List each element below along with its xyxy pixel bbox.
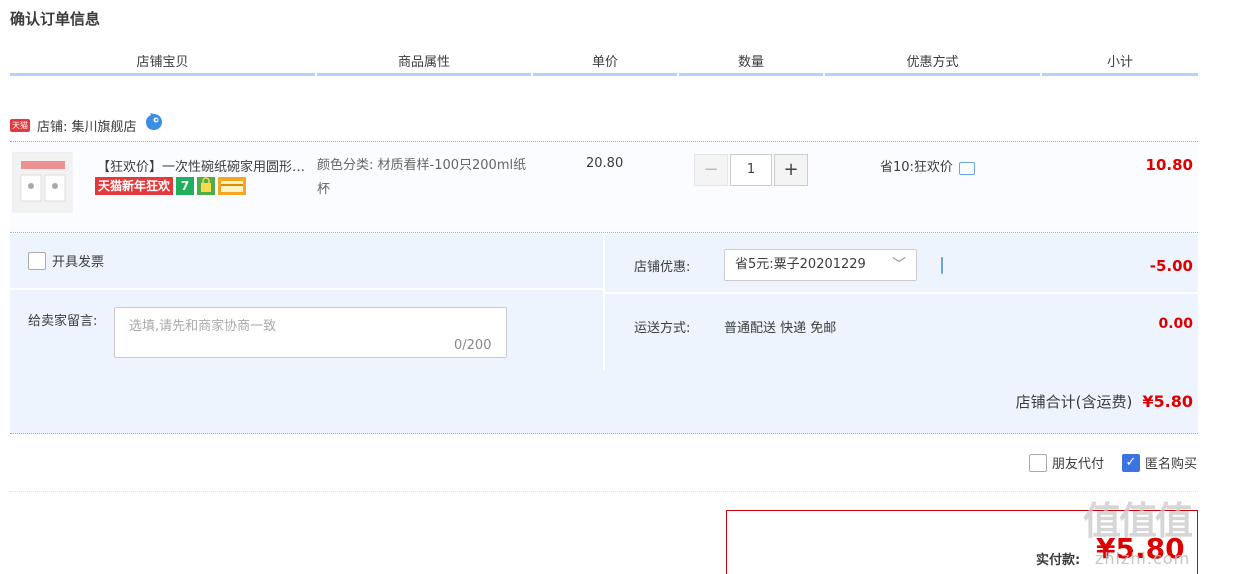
- tmall-tag: 天猫: [10, 118, 30, 132]
- payment-options: 朋友代付 ✓ 匿名购买: [1028, 453, 1197, 472]
- col-header-subtotal: 小计: [1042, 52, 1198, 76]
- seller-message-label: 给卖家留言:: [28, 314, 98, 329]
- checkmark-icon[interactable]: ✓: [1121, 453, 1140, 472]
- invoice-option[interactable]: 开具发票: [28, 251, 104, 270]
- unit-price: 20.80: [586, 156, 624, 171]
- col-header-shop-item: 店铺宝贝: [10, 52, 315, 76]
- shop-total: 店铺合计(含运费) ¥5.80: [1016, 391, 1193, 412]
- friend-pay-option[interactable]: 朋友代付: [1028, 453, 1104, 472]
- col-header-attributes: 商品属性: [317, 52, 531, 76]
- item-attributes: 颜色分类: 材质看样-100只200ml纸杯: [317, 158, 527, 197]
- site-watermark-url: zhizhi.com: [1095, 549, 1191, 568]
- message-char-count: 0/200: [454, 338, 492, 353]
- chevron-down-icon: ﹀: [892, 257, 906, 273]
- anonymous-label: 匿名购买: [1144, 457, 1197, 472]
- invoice-label: 开具发票: [52, 255, 105, 270]
- order-table-header: 店铺宝贝 商品属性 单价 数量 优惠方式 小计: [10, 52, 1198, 80]
- promotion-text: 省10:狂欢价: [880, 160, 953, 175]
- shop-total-label: 店铺合计(含运费): [1015, 393, 1133, 411]
- quantity-stepper: − 1 +: [694, 154, 808, 186]
- chat-icon[interactable]: [941, 257, 943, 274]
- shop-name[interactable]: 店铺: 集川旗舰店: [37, 116, 137, 135]
- invoice-checkbox[interactable]: [28, 251, 46, 270]
- quantity-input[interactable]: 1: [730, 154, 772, 186]
- shopping-bag-icon: [197, 177, 216, 195]
- chat-icon[interactable]: [958, 162, 975, 175]
- divider: [603, 234, 605, 370]
- friend-pay-label: 朋友代付: [1051, 457, 1104, 472]
- seven-day-return-icon: 7: [176, 177, 195, 195]
- actual-pay-label: 实付款:: [1036, 553, 1081, 568]
- divider: [10, 288, 604, 290]
- new-year-badge: 天猫新年狂欢: [95, 177, 174, 195]
- shipping-label: 运送方式:: [634, 321, 691, 336]
- shipping-cost: 0.00: [1158, 316, 1193, 332]
- minus-icon[interactable]: −: [694, 154, 728, 186]
- item-subtotal: 10.80: [1145, 156, 1193, 174]
- item-badges: 天猫新年狂欢 7: [95, 177, 247, 195]
- aliwangwang-icon[interactable]: [145, 113, 163, 131]
- seller-message-placeholder: 选填,请先和商家协商一致: [129, 319, 277, 334]
- shop-discount-label: 店铺优惠:: [634, 260, 691, 275]
- divider: [10, 491, 1198, 492]
- item-promotion: 省10:狂欢价: [880, 156, 975, 175]
- page-title: 确认订单信息: [10, 10, 101, 28]
- shop-discount-value: -5.00: [1149, 257, 1193, 275]
- friend-pay-checkbox[interactable]: [1028, 453, 1047, 472]
- shop-discount-select[interactable]: 省5元:粟子20201229 ﹀: [724, 249, 917, 281]
- product-thumbnail[interactable]: [12, 152, 73, 213]
- shop-total-value: ¥5.80: [1142, 392, 1193, 411]
- shipping-method: 普通配送 快递 免邮: [724, 321, 837, 336]
- divider: [604, 292, 1198, 294]
- col-header-unit-price: 单价: [533, 52, 677, 76]
- col-header-quantity: 数量: [679, 52, 823, 76]
- anonymous-option[interactable]: ✓ 匿名购买: [1121, 453, 1197, 472]
- plus-icon[interactable]: +: [774, 154, 808, 186]
- shop-line: 天猫 店铺: 集川旗舰店: [10, 113, 163, 136]
- shop-discount-selected: 省5元:粟子20201229: [735, 257, 866, 272]
- item-title[interactable]: 【狂欢价】一次性碗纸碗家用圆形纸杯: [97, 156, 312, 175]
- col-header-promotion: 优惠方式: [825, 52, 1040, 76]
- card-icon: [218, 177, 247, 195]
- paper-cup-image: [13, 153, 73, 213]
